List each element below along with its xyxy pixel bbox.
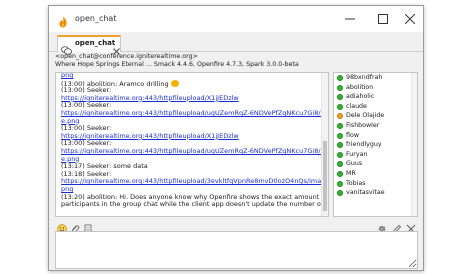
presence-status-icon — [337, 75, 343, 81]
presence-status-icon — [337, 180, 343, 187]
message-line: participants in the group chat while the… — [61, 200, 324, 209]
chat-window: open_chat open_chat <open_chat@conferenc… — [48, 5, 424, 271]
screenshot-icon[interactable] — [83, 219, 93, 234]
chat-scrollbar-thumb[interactable] — [323, 141, 327, 211]
settings-gear-icon[interactable] — [377, 219, 387, 233]
presence-status-icon — [337, 132, 343, 139]
occupant-name: 98bxndfrah — [346, 74, 383, 81]
occupant-item[interactable]: Tobias — [337, 180, 417, 189]
presence-status-icon — [337, 161, 343, 168]
presence-status-icon — [337, 151, 343, 158]
presence-status-icon — [337, 190, 343, 197]
occupant-name: Fishbowler — [346, 122, 380, 129]
chat-scrollbar[interactable] — [321, 73, 328, 216]
occupant-item[interactable]: adiaholic — [337, 93, 417, 102]
occupant-name: friendlyguy — [346, 141, 382, 149]
occupant-item[interactable]: Furyan — [337, 151, 417, 160]
presence-status-icon — [337, 142, 343, 149]
attach-file-icon[interactable] — [70, 219, 80, 233]
kick-icon[interactable] — [406, 219, 416, 234]
message-link[interactable]: png — [61, 73, 319, 80]
occupant-name: Guus — [346, 160, 363, 168]
presence-status-icon — [337, 103, 343, 110]
occupant-name: flow — [346, 131, 359, 139]
occupant-item[interactable]: claude — [337, 103, 417, 112]
message-list: png (13:00) abolition: Aramco drilling (13… — [61, 73, 328, 209]
occupant-item[interactable]: Fishbowler — [337, 122, 417, 131]
occupants-list: 98bxndfrah abolition adiaholic claude Dele O… — [333, 72, 418, 217]
occupant-name: vanitasvitae — [346, 189, 385, 197]
tab-label: open_chat — [75, 39, 116, 47]
window-title: open_chat — [75, 14, 117, 23]
chat-toolbar — [55, 218, 418, 234]
occupant-item[interactable]: friendlyguy — [337, 141, 417, 150]
presence-status-icon — [337, 94, 343, 101]
occupant-name: MR — [346, 170, 356, 177]
occupant-item[interactable]: Guus — [337, 160, 417, 169]
occupant-item[interactable]: 98bxndfrah — [337, 74, 417, 83]
emoji-icon[interactable] — [57, 219, 67, 234]
occupant-item[interactable]: flow — [337, 132, 417, 141]
message-link[interactable]: https://igniterealtime.org:443/httpfileu… — [61, 178, 328, 186]
occupant-name: claude — [346, 102, 367, 110]
chat-transcript[interactable]: png (13:00) abolition: Aramco drilling (13… — [55, 72, 329, 217]
presence-status-icon — [337, 123, 343, 129]
occupant-item[interactable]: vanitasvitae — [337, 189, 417, 198]
message-input[interactable] — [55, 231, 418, 269]
emoji-icon — [170, 79, 179, 87]
room-subject: Where Hope Springs Eternal ... Smack 4.4… — [55, 61, 299, 68]
occupant-name: Furyan — [346, 150, 368, 158]
presence-status-icon — [337, 113, 343, 120]
room-jid: <open_chat@conference.igniterealtime.org… — [55, 53, 198, 60]
edit-pen-icon[interactable] — [392, 219, 402, 234]
minimize-button[interactable] — [339, 10, 361, 28]
tab-open-chat[interactable]: open_chat — [57, 35, 121, 55]
message-link[interactable]: https://igniterealtime.org:443/httpfileu… — [61, 109, 328, 118]
title-bar: open_chat — [49, 6, 423, 32]
occupant-item[interactable]: Dele Olajide — [337, 112, 417, 121]
close-window-button[interactable] — [399, 10, 421, 28]
occupant-name: Dele Olajide — [346, 112, 385, 120]
occupant-name: adiaholic — [346, 93, 375, 101]
presence-status-icon — [337, 171, 343, 177]
maximize-button[interactable] — [372, 10, 394, 28]
occupant-name: abolition — [346, 83, 374, 91]
tab-strip: open_chat — [49, 32, 423, 55]
message-link[interactable]: https://igniterealtime.org:443/httpfileu… — [61, 147, 328, 156]
presence-status-icon — [337, 84, 343, 91]
spark-flame-icon — [57, 13, 69, 28]
occupant-item[interactable]: MR — [337, 170, 417, 179]
occupant-name: Tobias — [346, 179, 366, 187]
occupant-item[interactable]: abolition — [337, 84, 417, 93]
room-header: <open_chat@conference.igniterealtime.org… — [55, 53, 299, 69]
